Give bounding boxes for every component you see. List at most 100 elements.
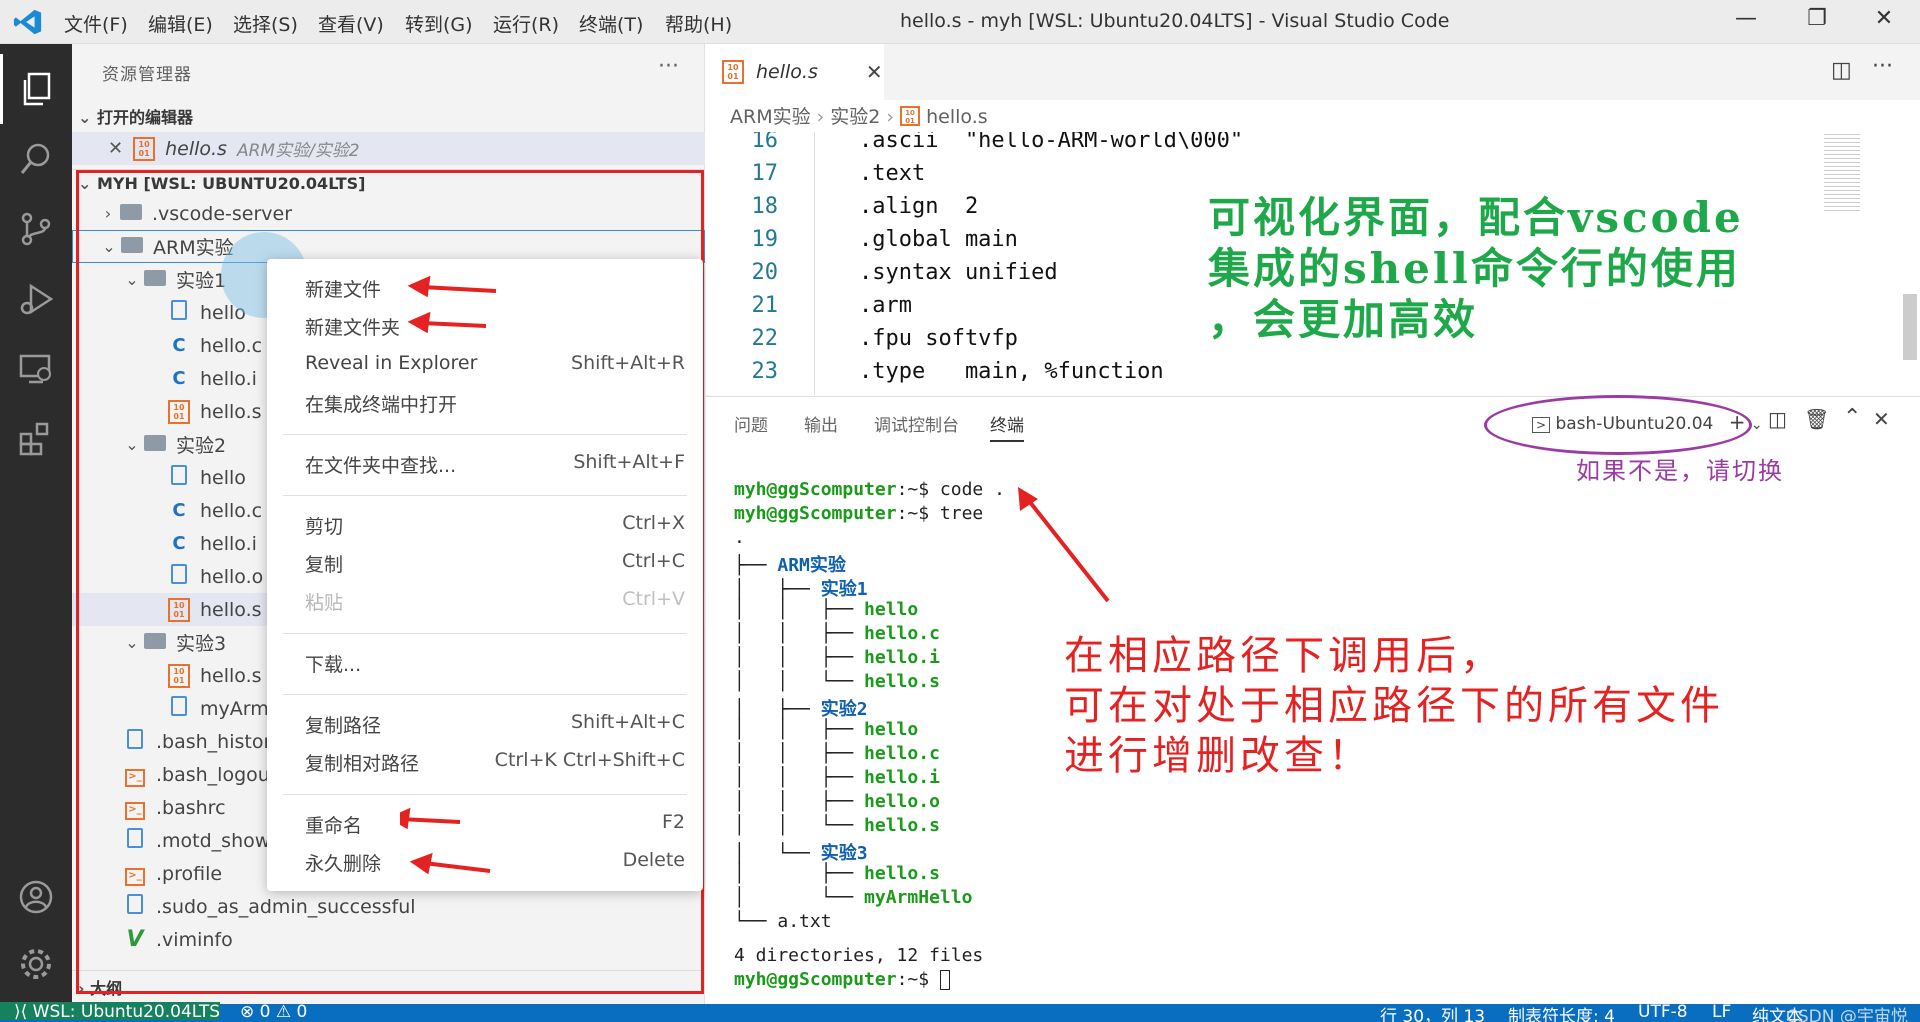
menu-go[interactable]: 转到(G) — [405, 10, 473, 37]
more-actions-icon[interactable]: ··· — [1872, 54, 1893, 79]
menu-label: 新建文件夹 — [305, 317, 401, 339]
maximize-panel-icon[interactable]: ⌃ — [1843, 405, 1861, 430]
terminal-cursor — [939, 970, 950, 990]
terminal-name: bash-Ubuntu20.04 — [1555, 414, 1714, 434]
menu-terminal[interactable]: 终端(T) — [579, 10, 643, 37]
open-editors-label: 打开的编辑器 — [96, 108, 193, 127]
tab-debug-console[interactable]: 调试控制台 — [874, 411, 959, 436]
open-editor-filename: hello.s — [165, 137, 227, 160]
code-text: .fpu softvfp — [806, 326, 1018, 351]
code-text: .ascii "hello-ARM-world\000" — [806, 132, 1244, 153]
tab-output[interactable]: 输出 — [804, 411, 838, 436]
window-title: hello.s - myh [WSL: Ubuntu20.04LTS] - Vi… — [900, 10, 1450, 32]
command-text: tree — [929, 503, 984, 524]
remote-icon: ⟩⟨ — [14, 1002, 33, 1022]
remote-explorer-icon[interactable] — [0, 334, 72, 404]
menu-shortcut: Ctrl+C — [622, 550, 685, 572]
editor-area: 10 01 hello.s ✕ ◫ ··· ARM实验 › 实验2 › 10 01 … — [706, 44, 1920, 395]
minimize-icon[interactable]: — — [1726, 6, 1766, 38]
breadcrumb-item[interactable]: hello.s — [926, 106, 988, 128]
tab-size[interactable]: 制表符长度: 4 — [1508, 1002, 1615, 1022]
eol[interactable]: LF — [1712, 1002, 1731, 1022]
annotation-red-line: 可在对处于相应路径下的所有文件 — [1064, 683, 1724, 729]
code-text: .global main — [806, 227, 1018, 252]
annotation-arrow — [1018, 487, 1110, 603]
indent-guide — [814, 132, 815, 395]
chevron-down-icon[interactable]: ⌄ — [1751, 417, 1763, 433]
new-terminal-plus-icon[interactable]: + — [1729, 410, 1746, 434]
problems-indicator[interactable]: ⊗ 0 ⚠ 0 — [240, 1002, 307, 1022]
tree-entry-name: hello.i — [864, 767, 940, 788]
split-terminal-icon[interactable]: ◫ — [1768, 407, 1787, 431]
source-control-icon[interactable] — [0, 194, 72, 264]
menu-run[interactable]: 运行(R) — [493, 10, 559, 37]
code-text: .arm — [806, 293, 912, 318]
menu-view[interactable]: 查看(V) — [318, 10, 384, 37]
close-panel-icon[interactable]: ✕ — [1873, 407, 1890, 431]
tree-entry-name: hello.s — [864, 863, 940, 884]
tree-entry-name: 实验3 — [820, 843, 868, 864]
tree-branch: │ │ ├── — [734, 599, 865, 620]
tab-problems[interactable]: 问题 — [734, 411, 768, 436]
tree-branch: │ │ ├── — [734, 719, 865, 740]
annotation-red-line: 进行增删改查！ — [1064, 733, 1372, 779]
settings-gear-icon[interactable] — [0, 929, 72, 999]
tree-output-line: │ │ └── hello.s — [734, 671, 940, 695]
tree-output-line: ├── ARM实验 — [734, 551, 846, 576]
tree-entry-name: 实验2 — [820, 699, 868, 720]
menu-shortcut: Ctrl+X — [622, 512, 685, 534]
tree-entry-name: hello.c — [864, 743, 940, 764]
remote-label: WSL: Ubuntu20.04LTS — [32, 1002, 221, 1022]
menu-label: 永久删除 — [305, 853, 382, 875]
more-actions-icon[interactable]: ··· — [658, 54, 679, 79]
tree-output-line: │ │ ├── hello.i — [734, 647, 940, 671]
menu-edit[interactable]: 编辑(E) — [148, 10, 213, 37]
tree-branch: │ │ ├── — [734, 623, 865, 644]
search-icon[interactable] — [0, 124, 72, 194]
scrollbar-thumb[interactable] — [1903, 294, 1917, 360]
account-icon[interactable] — [0, 862, 72, 932]
split-editor-icon[interactable]: ◫ — [1831, 58, 1852, 83]
minimap[interactable] — [1824, 134, 1860, 214]
breadcrumb-item[interactable]: ARM实验 — [730, 106, 811, 128]
close-editor-icon[interactable]: ✕ — [108, 138, 123, 159]
tree-output-line: │ │ ├── hello.c — [734, 743, 940, 767]
tree-entry-name: hello.c — [864, 623, 940, 644]
menu-file[interactable]: 文件(F) — [64, 10, 128, 37]
trash-icon[interactable]: 🗑 — [1804, 407, 1829, 431]
tab-terminal[interactable]: 终端 — [990, 411, 1024, 442]
line-number: 20 — [751, 260, 779, 285]
open-editor-item[interactable]: ✕ 10 01 hello.s ARM实验/实验2 — [72, 132, 705, 165]
tab-label: hello.s — [756, 61, 818, 83]
maximize-icon[interactable]: ❐ — [1797, 6, 1837, 38]
cursor-position[interactable]: 行 30，列 13 — [1380, 1002, 1485, 1022]
sidebar-title: 资源管理器 — [102, 65, 192, 85]
tree-entry-name: hello — [864, 719, 919, 740]
prompt-user: myh@ggScomputer — [734, 479, 897, 500]
code-line: 16 .ascii "hello-ARM-world\000" — [706, 132, 1806, 161]
menu-selection[interactable]: 选择(S) — [233, 10, 298, 37]
prompt-path: :~$ — [896, 479, 930, 500]
line-number: 17 — [751, 161, 779, 186]
line-number: 23 — [751, 359, 779, 384]
tree-branch: │ │ └── — [734, 671, 865, 692]
tree-branch: ├── — [734, 555, 778, 576]
prompt-user: myh@ggScomputer — [734, 969, 897, 990]
menu-label: 复制 — [305, 554, 344, 576]
encoding[interactable]: UTF-8 — [1638, 1002, 1688, 1022]
close-tab-icon[interactable]: ✕ — [866, 60, 883, 84]
extensions-icon[interactable] — [0, 404, 72, 474]
editor-tab-active[interactable]: 10 01 hello.s ✕ — [706, 44, 884, 100]
menu-shortcut: Shift+Alt+R — [571, 352, 685, 374]
menu-label: 粘贴 — [305, 592, 344, 614]
explorer-icon[interactable] — [0, 54, 72, 124]
open-editors-header[interactable]: ⌄ 打开的编辑器 — [72, 104, 705, 134]
menu-label: 剪切 — [305, 516, 344, 538]
close-window-icon[interactable]: ✕ — [1864, 6, 1904, 38]
menu-help[interactable]: 帮助(H) — [665, 10, 732, 37]
breadcrumb-item[interactable]: 实验2 — [830, 106, 880, 128]
run-debug-icon[interactable] — [0, 264, 72, 334]
line-number: 22 — [751, 326, 779, 351]
remote-indicator[interactable]: ⟩⟨ WSL: Ubuntu20.04LTS — [0, 1002, 221, 1022]
terminal-selector[interactable]: > bash-Ubuntu20.04 + ⌄ — [1532, 410, 1763, 434]
